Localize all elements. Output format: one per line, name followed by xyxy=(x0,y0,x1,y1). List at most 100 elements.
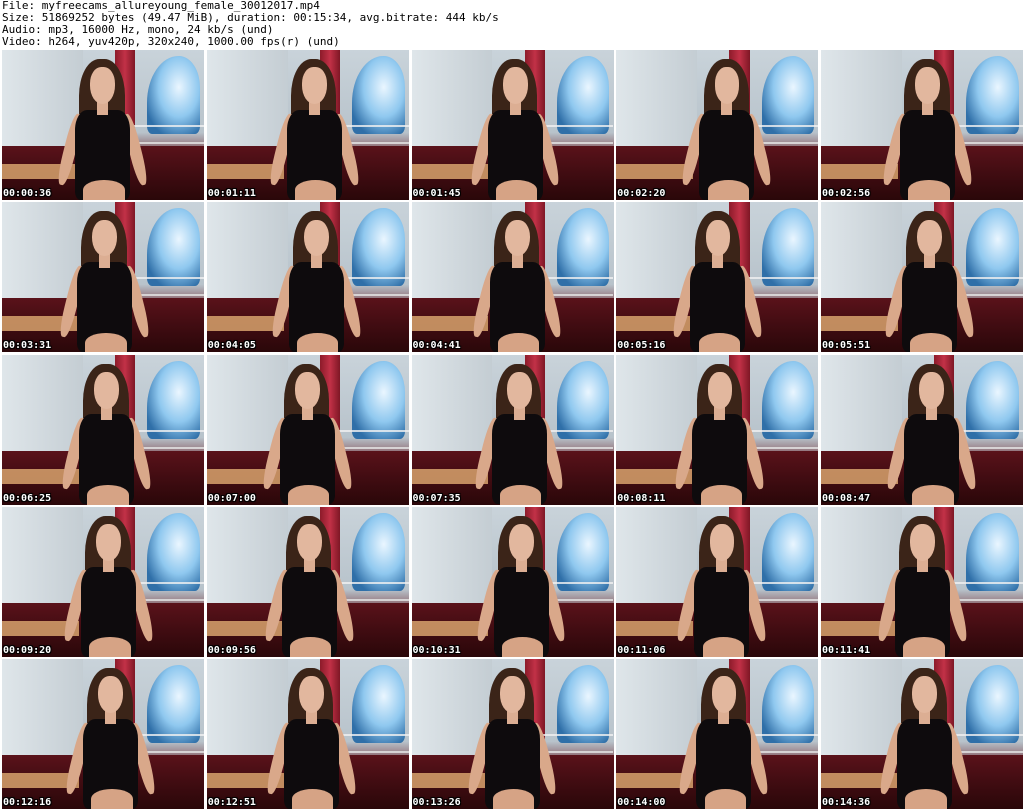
video-frame-thumbnail: 00:05:16 xyxy=(616,202,819,353)
video-frame-thumbnail: 00:02:20 xyxy=(616,50,819,200)
video-info-line: Video: h264, yuv420p, 320x240, 1000.00 f… xyxy=(2,35,340,48)
figure-face xyxy=(714,67,740,105)
video-frame-thumbnail: 00:09:56 xyxy=(206,506,409,657)
frame-timestamp: 00:07:35 xyxy=(412,492,461,504)
figure-face xyxy=(709,524,735,561)
window-light xyxy=(147,512,200,591)
figure-face xyxy=(917,219,943,257)
figure-face xyxy=(912,676,938,714)
curtain xyxy=(2,659,83,764)
figure-face xyxy=(304,219,329,257)
video-frame-thumbnail: 00:01:11 xyxy=(206,50,409,200)
curtain xyxy=(821,50,902,155)
frame-timestamp: 00:11:06 xyxy=(617,644,666,656)
window-light xyxy=(147,56,200,134)
figure-knee xyxy=(704,789,746,809)
video-frame-thumbnail: 00:13:26 xyxy=(411,659,614,809)
curtain xyxy=(206,202,288,308)
window-light xyxy=(556,208,610,287)
frame-timestamp: 00:12:51 xyxy=(207,797,256,808)
frame-timestamp: 00:04:05 xyxy=(207,340,256,352)
frame-timestamp: 00:07:00 xyxy=(207,492,256,504)
figure-knee xyxy=(700,484,742,505)
file-info-header: File: myfreecams_allureyoung_female_3001… xyxy=(2,0,1022,50)
figure-face xyxy=(508,524,534,561)
frame-timestamp: 00:10:31 xyxy=(412,644,461,656)
curtain xyxy=(821,202,902,308)
person-figure xyxy=(875,515,970,657)
curtain xyxy=(411,354,493,460)
figure-knee xyxy=(87,484,129,505)
video-frame-thumbnail: 00:09:20 xyxy=(2,506,204,657)
person-figure xyxy=(57,211,152,353)
figure-knee xyxy=(501,637,544,657)
person-figure xyxy=(472,363,567,505)
person-figure xyxy=(880,59,975,200)
frame-timestamp: 00:11:41 xyxy=(822,644,871,656)
video-frame-thumbnail: 00:07:00 xyxy=(206,354,409,505)
curtain xyxy=(616,50,698,155)
person-figure xyxy=(474,515,569,657)
figure-knee xyxy=(91,789,133,809)
video-frame-thumbnail: 00:01:45 xyxy=(411,50,614,200)
figure-face xyxy=(98,676,124,714)
figure-face xyxy=(711,676,737,714)
curtain xyxy=(616,659,698,764)
window-light xyxy=(147,208,200,287)
window-light xyxy=(556,665,610,743)
figure-knee xyxy=(908,180,950,200)
figure-knee xyxy=(295,180,337,200)
curtain xyxy=(821,354,902,460)
frame-timestamp: 00:09:20 xyxy=(3,644,52,656)
person-figure xyxy=(262,515,357,657)
figure-face xyxy=(502,67,528,105)
window-light xyxy=(352,56,405,134)
frame-timestamp: 00:09:56 xyxy=(207,644,256,656)
figure-knee xyxy=(492,789,535,809)
figure-face xyxy=(90,67,116,105)
frame-timestamp: 00:03:31 xyxy=(3,340,52,352)
figure-knee xyxy=(698,332,740,353)
figure-face xyxy=(504,219,530,257)
person-figure xyxy=(267,59,362,200)
window-light xyxy=(966,360,1019,439)
video-frame-thumbnail: 00:08:11 xyxy=(616,354,819,505)
figure-face xyxy=(919,371,945,409)
figure-knee xyxy=(903,637,945,657)
video-frame-thumbnail: 00:02:56 xyxy=(821,50,1023,200)
frame-timestamp: 00:05:16 xyxy=(617,340,666,352)
floor xyxy=(821,468,898,484)
video-frame-thumbnail: 00:12:51 xyxy=(206,659,409,809)
figure-knee xyxy=(297,332,339,353)
person-figure xyxy=(465,668,560,809)
figure-knee xyxy=(495,180,538,200)
window-light xyxy=(147,360,200,439)
window-light xyxy=(761,208,815,287)
figure-knee xyxy=(85,332,127,353)
curtain xyxy=(206,50,288,155)
video-frame-thumbnail: 00:06:25 xyxy=(2,354,204,505)
person-figure xyxy=(882,211,977,353)
video-frame-thumbnail: 00:07:35 xyxy=(411,354,614,505)
window-light xyxy=(352,665,405,743)
frame-timestamp: 00:14:36 xyxy=(822,797,871,808)
video-frame-thumbnail: 00:12:16 xyxy=(2,659,204,809)
figure-knee xyxy=(497,332,540,353)
figure-face xyxy=(297,524,322,561)
figure-knee xyxy=(292,789,334,809)
figure-face xyxy=(94,371,120,409)
figure-knee xyxy=(702,637,744,657)
frame-timestamp: 00:01:11 xyxy=(207,188,256,199)
frame-timestamp: 00:06:25 xyxy=(3,492,52,504)
window-light xyxy=(556,360,610,439)
video-frame-thumbnail: 00:11:41 xyxy=(821,506,1023,657)
figure-knee xyxy=(288,484,330,505)
video-frame-thumbnail: 00:05:51 xyxy=(821,202,1023,353)
person-figure xyxy=(679,59,775,200)
figure-face xyxy=(705,219,731,257)
person-figure xyxy=(269,211,364,353)
figure-face xyxy=(295,371,320,409)
window-light xyxy=(966,512,1019,591)
curtain xyxy=(411,506,493,612)
video-frame-thumbnail: 00:11:06 xyxy=(616,506,819,657)
